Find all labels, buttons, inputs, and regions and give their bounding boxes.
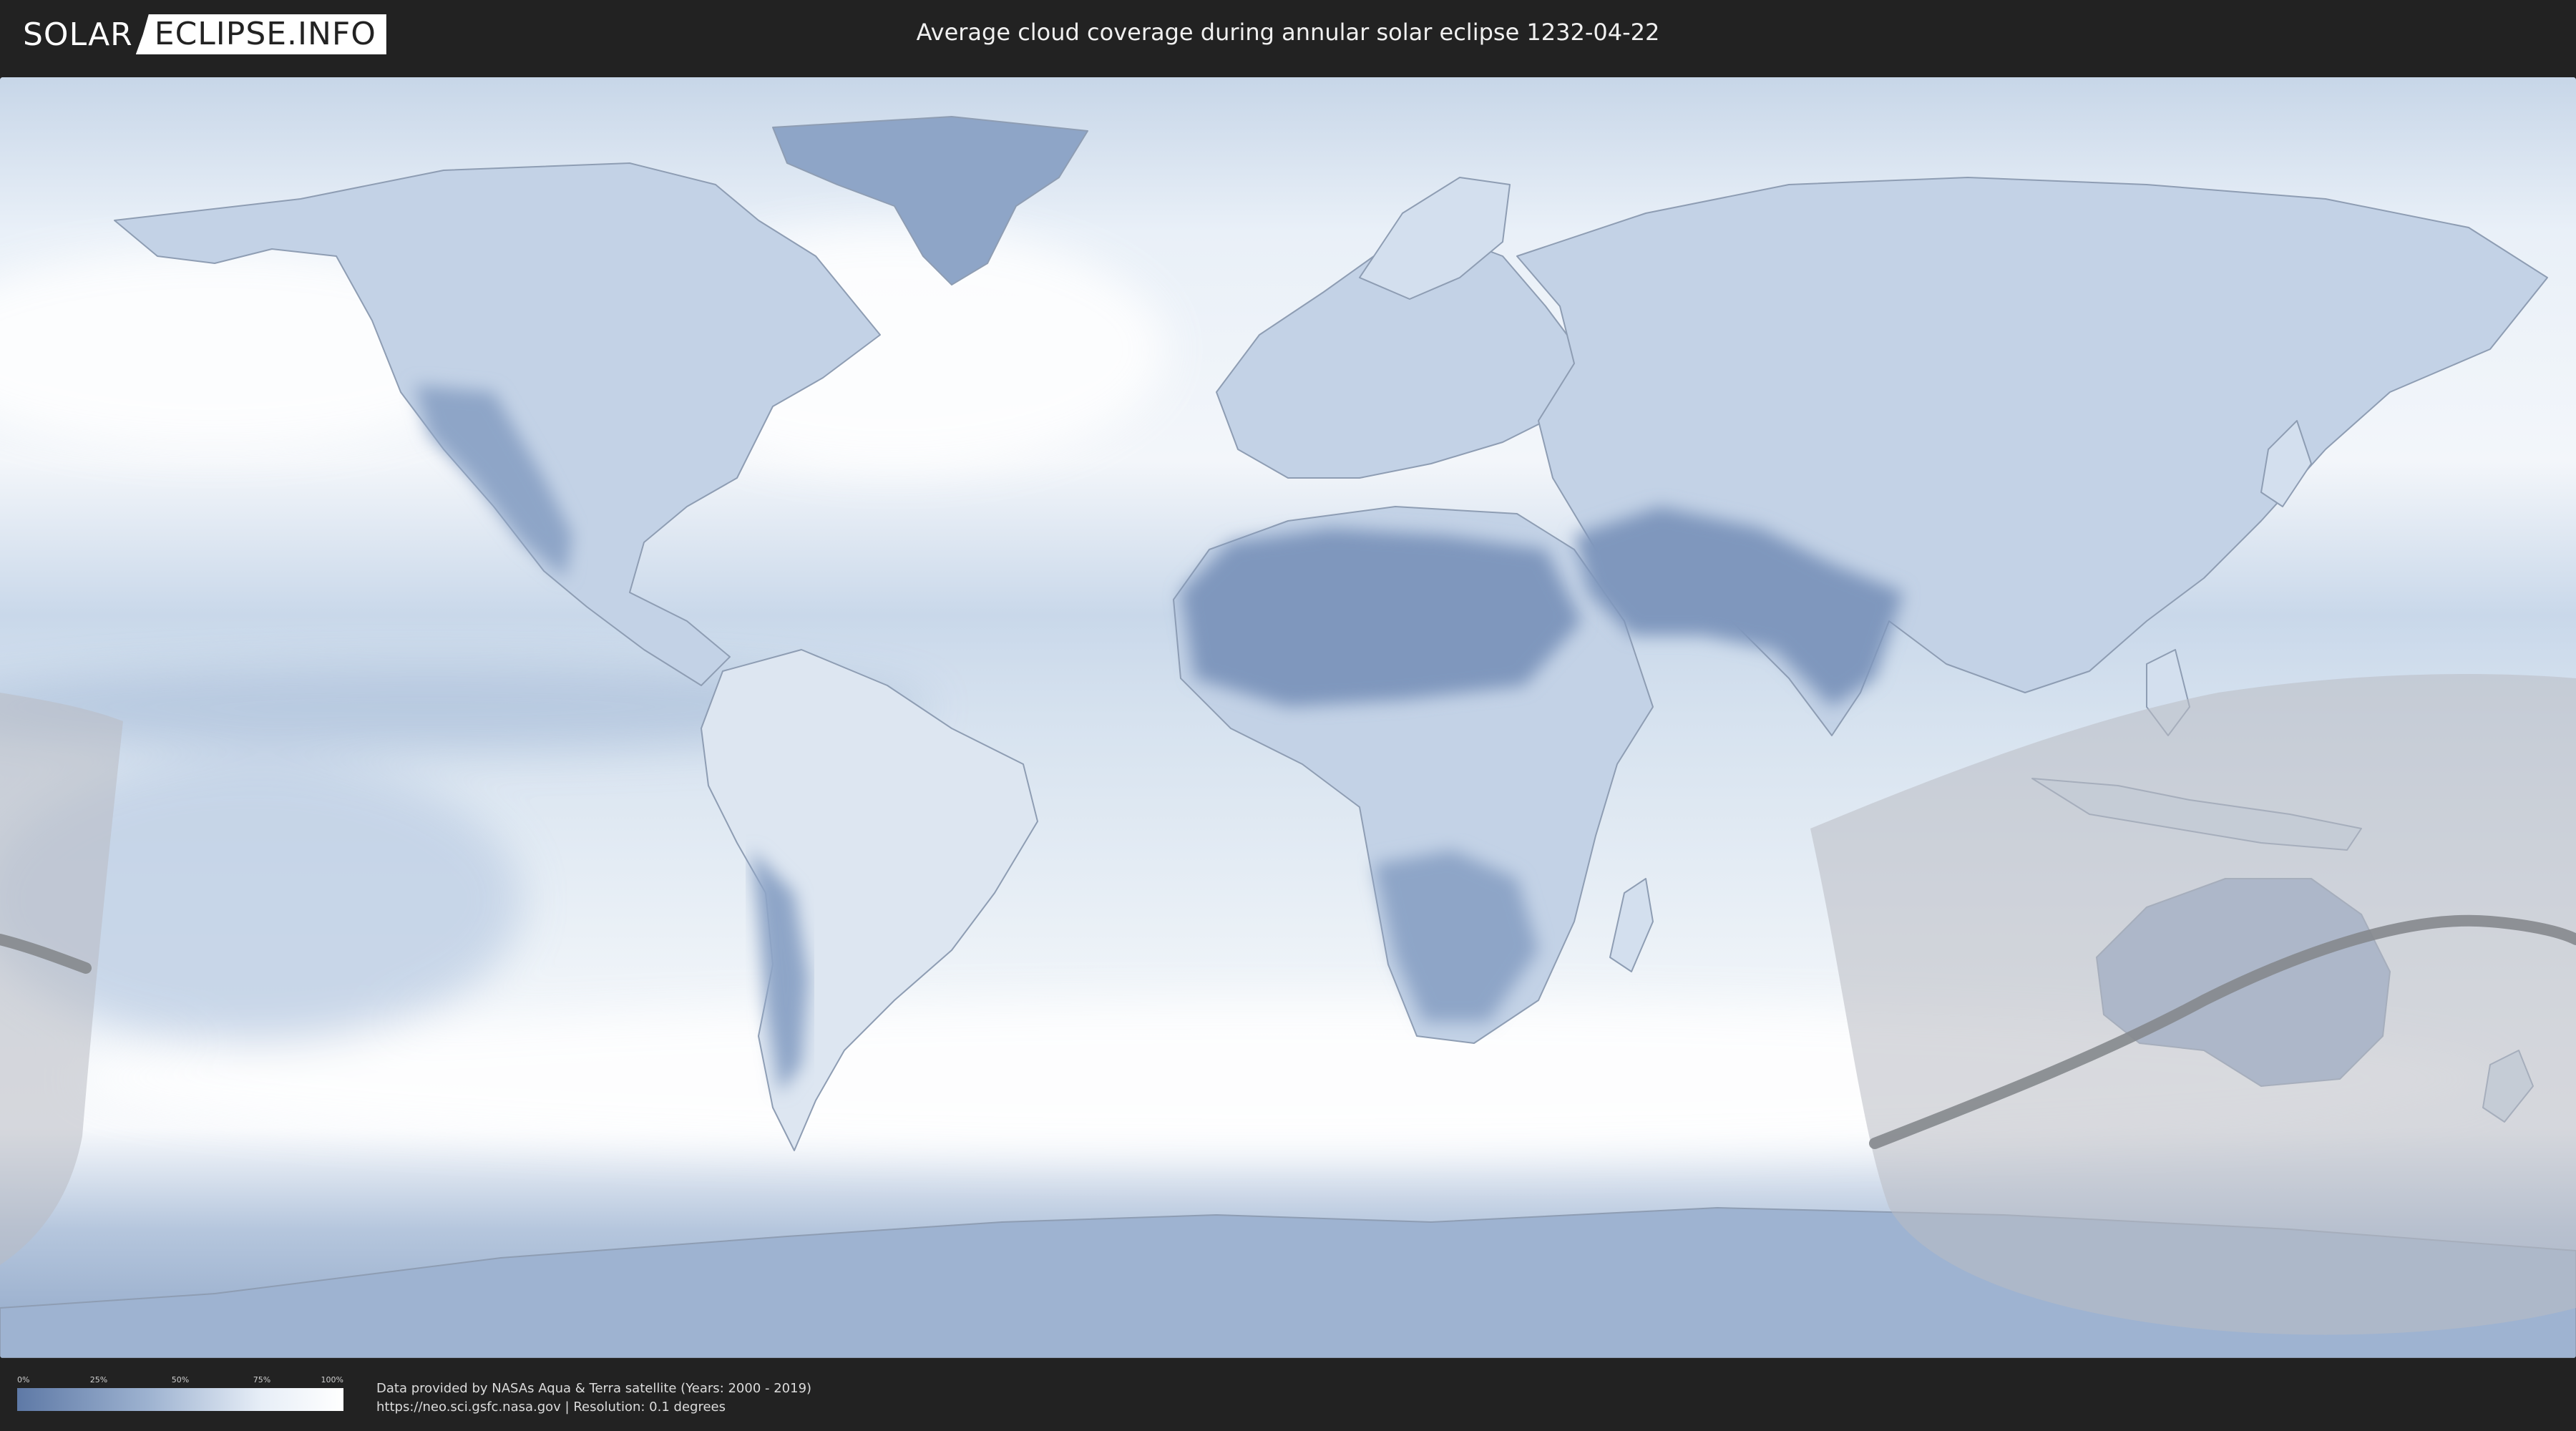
cloud-coverage-legend: 0% 25% 50% 75% 100%: [17, 1375, 343, 1418]
data-credits: Data provided by NASAs Aqua & Terra sate…: [376, 1379, 811, 1417]
legend-tick-0: 0%: [17, 1375, 30, 1384]
region-sahara: [1181, 528, 1581, 707]
legend-tick-50: 50%: [171, 1375, 190, 1384]
credits-line-source: Data provided by NASAs Aqua & Terra sate…: [376, 1381, 812, 1396]
credits-line-url[interactable]: https://neo.sci.gsfc.nasa.gov | Resoluti…: [376, 1398, 811, 1417]
legend-tick-100: 100%: [321, 1375, 343, 1384]
legend-tick-75: 75%: [253, 1375, 271, 1384]
legend-ticks: 0% 25% 50% 75% 100%: [17, 1375, 343, 1387]
legend-tick-25: 25%: [89, 1375, 108, 1384]
footer-bar: 0% 25% 50% 75% 100% Data provided by NAS…: [0, 1358, 2576, 1431]
header-bar: SOLAR ECLIPSE.INFO Average cloud coverag…: [0, 0, 2576, 72]
map-canvas: [0, 77, 2576, 1358]
page-title: Average cloud coverage during annular so…: [916, 19, 1660, 46]
legend-color-bar: [17, 1388, 343, 1411]
cloud-coverage-map: [0, 77, 2576, 1358]
